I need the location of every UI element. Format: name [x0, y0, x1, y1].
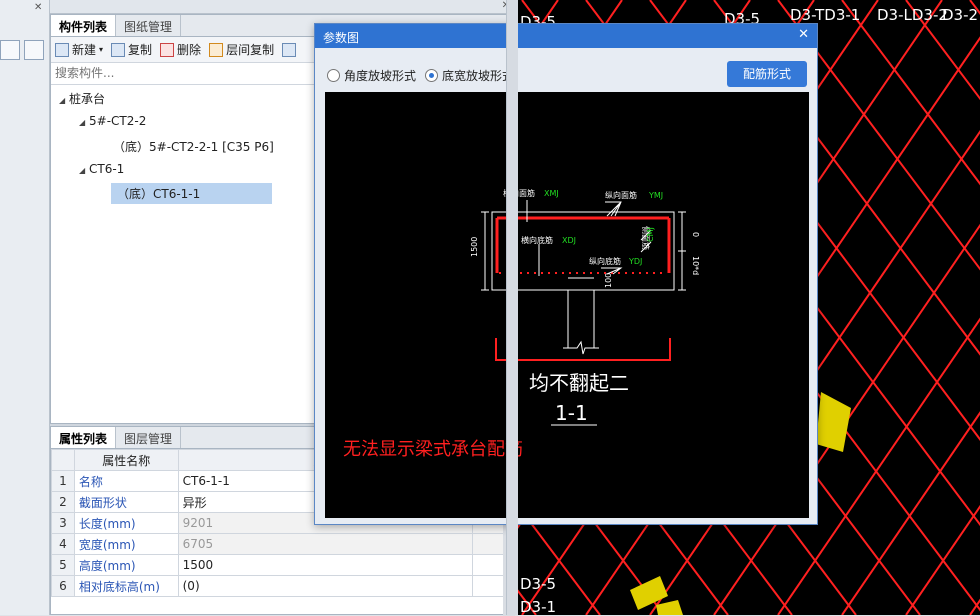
table-row[interactable]: 6 相对底标高(m) (0) [51, 575, 515, 597]
grid-view-icon[interactable] [24, 40, 44, 60]
new-button[interactable]: 新建 ▾ [55, 41, 103, 58]
vertical-splitter[interactable] [506, 0, 518, 615]
copy-icon [111, 42, 126, 57]
header-num [51, 449, 75, 471]
dialog-title: 参数图 [323, 31, 360, 45]
list-view-icon[interactable] [0, 40, 20, 60]
more-tool-button[interactable] [282, 42, 297, 57]
radio-angle-slope[interactable]: 角度放坡形式 [327, 67, 416, 84]
dim-right-bottom-label: 10*d [691, 256, 700, 275]
table-icon [282, 42, 297, 57]
property-value[interactable]: 6705 [177, 533, 474, 555]
radio-circle-selected-icon [425, 69, 438, 82]
cad-label: D3-TD3-1 [790, 6, 860, 24]
grid-line [841, 0, 980, 186]
parameter-dialog: 参数图 ✕ 角度放坡形式 底宽放坡形式 配筋形式 1500 0 10*d 100 [314, 23, 818, 525]
property-name: 宽度(mm) [73, 533, 179, 555]
note-text: 均不翻起二 [529, 371, 629, 395]
label-top-longitudinal: 纵向面筋 [605, 190, 637, 200]
label-bottom-longitudinal-code: YDJ [628, 257, 642, 266]
section-bracket [495, 338, 671, 361]
pile-outline [567, 277, 595, 348]
label-bottom-transverse-code: XDJ [562, 236, 576, 245]
dialog-titlebar[interactable]: 参数图 ✕ [315, 24, 817, 48]
section-label: 1-1 [555, 401, 588, 425]
leader-line [605, 201, 622, 217]
close-icon[interactable]: ✕ [34, 2, 42, 13]
new-icon [55, 42, 69, 57]
property-value[interactable]: 1500 [177, 554, 474, 576]
rebar-form-button[interactable]: 配筋形式 [727, 61, 807, 87]
row-number: 1 [51, 470, 75, 492]
cad-highlight-shape [816, 392, 851, 452]
tab-layer-management[interactable]: 图层管理 [116, 427, 182, 448]
tree-node-group[interactable]: ◢ 5#-CT2-2 [79, 114, 146, 128]
tab-component-list[interactable]: 构件列表 [51, 15, 117, 36]
property-name: 长度(mm) [73, 512, 179, 534]
cad-label: D3-5 [520, 575, 556, 593]
tab-property-list[interactable]: 属性列表 [51, 427, 117, 448]
dimension-right-line [678, 211, 686, 291]
property-name: 相对底标高(m) [73, 575, 179, 597]
diagram-drawing: 1500 0 10*d 100 横向面筋 XMJ 纵向面筋 YMJ 横向底筋 X… [343, 188, 700, 460]
radio-bottom-width-slope[interactable]: 底宽放坡形式 [425, 67, 514, 84]
expand-arrow-icon: ◢ [79, 166, 86, 175]
label-top-longitudinal-code: YMJ [648, 191, 663, 200]
delete-icon [160, 42, 175, 57]
chevron-down-icon: ▾ [99, 45, 104, 54]
label-side-code: CMJ [646, 227, 655, 242]
parameter-diagram: 1500 0 10*d 100 横向面筋 XMJ 纵向面筋 YMJ 横向底筋 X… [325, 92, 809, 518]
property-name: 截面形状 [73, 491, 179, 513]
row-number: 6 [51, 575, 75, 597]
table-row[interactable]: 5 高度(mm) 1500 [51, 554, 515, 576]
property-name: 高度(mm) [73, 554, 179, 576]
label-top-transverse-code: XMJ [544, 189, 559, 198]
tree-node-root[interactable]: ◢ 桩承台 [59, 90, 105, 107]
floor-copy-button[interactable]: 层间复制 [209, 41, 274, 58]
table-row[interactable]: 4 宽度(mm) 6705 [51, 533, 515, 555]
dimension-height-line [481, 211, 489, 291]
close-icon[interactable]: ✕ [798, 27, 809, 42]
label-bottom-longitudinal: 纵向底筋 [589, 256, 621, 266]
dim-height-label: 1500 [470, 237, 479, 257]
dim-pile-label: 100 [604, 273, 613, 288]
copy-button[interactable]: 复制 [111, 41, 152, 58]
radio-circle-icon [327, 69, 340, 82]
delete-button[interactable]: 删除 [160, 41, 201, 58]
label-bottom-transverse: 横向底筋 [521, 235, 553, 245]
header-property-name: 属性名称 [73, 449, 179, 471]
row-number: 2 [51, 491, 75, 513]
dim-right-top-label: 0 [691, 232, 700, 237]
expand-arrow-icon: ◢ [59, 96, 66, 105]
tab-drawing-management[interactable]: 图纸管理 [116, 15, 182, 36]
property-name: 名称 [73, 470, 179, 492]
cad-label: D3-1 [520, 598, 556, 615]
expand-arrow-icon: ◢ [79, 118, 86, 127]
row-number: 5 [51, 554, 75, 576]
tree-node-leaf[interactable]: （底）5#-CT2-2-1 [C35 P6] [113, 138, 274, 155]
property-value[interactable]: (0) [177, 575, 474, 597]
cad-highlight-shape [656, 600, 683, 615]
cad-label: D3-LD3-2 [877, 6, 948, 24]
left-toolstrip: ✕ [0, 0, 50, 615]
tree-node-leaf-selected[interactable]: （底）CT6-1-1 [111, 183, 272, 204]
row-number: 4 [51, 533, 75, 555]
floor-copy-icon [209, 42, 224, 57]
warning-text: 无法显示梁式承台配筋 [343, 439, 523, 460]
panel-header-strip: ✕ [50, 0, 516, 14]
cad-label: D3-2 [942, 6, 978, 24]
row-number: 3 [51, 512, 75, 534]
tree-node-group[interactable]: ◢ CT6-1 [79, 162, 124, 176]
